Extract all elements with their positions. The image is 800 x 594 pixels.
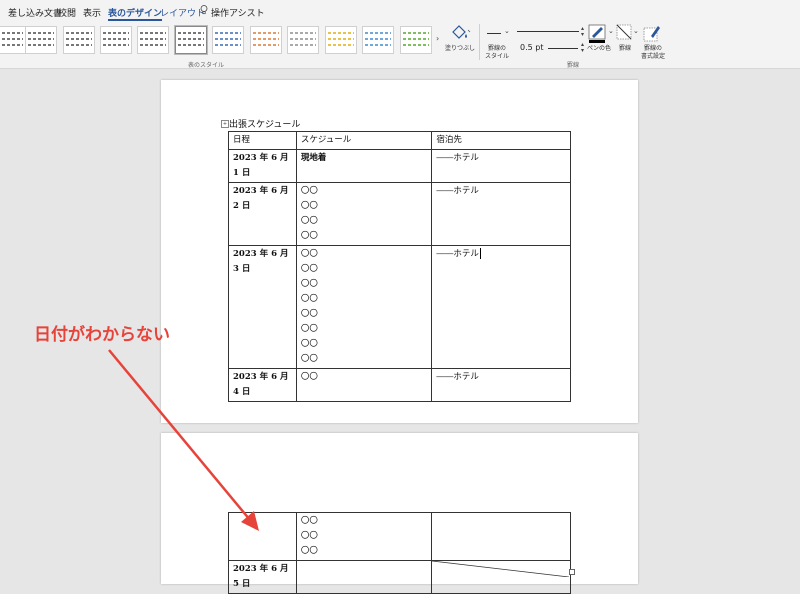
shading-label: 塗りつぶし xyxy=(444,45,476,52)
tab-tell-me[interactable]: 操作アシスト xyxy=(211,6,265,19)
table-resize-handle[interactable] xyxy=(569,569,575,575)
paint-bucket-icon[interactable] xyxy=(448,24,472,44)
header-date[interactable]: 日程 xyxy=(228,131,297,150)
schedule-cell[interactable]: 現地着 xyxy=(295,149,433,183)
table-style-thumb-selected[interactable] xyxy=(175,26,207,54)
ribbon-tabs: 差し込み文書 校閲 表示 表のデザイン レイアウト 操作アシスト xyxy=(0,0,800,22)
table-row: 2023 年 6 月 3 日 〇〇 〇〇 〇〇 〇〇 〇〇 〇〇 〇〇 〇〇 ―… xyxy=(228,245,571,369)
tab-table-design[interactable]: 表のデザイン xyxy=(108,6,163,21)
hotel-cell[interactable]: ――ホテル xyxy=(431,245,571,369)
border-painter-icon[interactable] xyxy=(643,24,661,42)
table-row: 2023 年 6 月 4 日 〇〇 ――ホテル xyxy=(228,368,571,402)
schedule-item: 〇〇 xyxy=(300,339,318,349)
table-styles-group-label: 表のスタイル xyxy=(188,62,225,69)
table-style-thumb[interactable] xyxy=(137,26,169,54)
tab-mailings[interactable]: 差し込み文書 xyxy=(8,6,62,19)
borders-label: 罫線 xyxy=(618,45,631,52)
border-style-preview[interactable] xyxy=(487,33,501,34)
pen-color-label: ペンの色 xyxy=(586,45,611,52)
document-page-2: 〇〇 〇〇 〇〇 2023 年 6 月 5 日 xyxy=(161,433,638,594)
pen-icon[interactable] xyxy=(588,24,608,44)
tab-layout[interactable]: レイアウト xyxy=(160,6,205,19)
schedule-item: 〇〇 xyxy=(300,309,318,319)
tab-review[interactable]: 校閲 xyxy=(58,6,76,19)
table-style-thumb[interactable] xyxy=(100,26,132,54)
schedule-item: 〇〇 xyxy=(300,516,318,526)
hotel-cell-diagonal[interactable] xyxy=(431,560,571,594)
pen-weight-preview xyxy=(548,48,578,49)
date-cell[interactable]: 2023 年 6 月 5 日 xyxy=(228,560,297,594)
table-row: 〇〇 〇〇 〇〇 xyxy=(228,512,571,561)
chevron-down-icon[interactable]: ⌄ xyxy=(504,27,510,35)
schedule-item: 〇〇 xyxy=(300,354,318,364)
schedule-cell[interactable]: 〇〇 〇〇 〇〇 xyxy=(295,512,433,561)
borders-group-label: 罫線 xyxy=(567,62,580,69)
schedule-cell[interactable]: 〇〇 〇〇 〇〇 〇〇 xyxy=(295,182,433,246)
date-cell[interactable]: 2023 年 6 月 2 日 xyxy=(228,182,297,246)
table-style-thumb-orange[interactable] xyxy=(250,26,282,54)
hotel-cell[interactable]: ――ホテル xyxy=(431,149,571,183)
diagonal-border-line xyxy=(432,561,570,577)
schedule-cell[interactable]: 〇〇 〇〇 〇〇 〇〇 〇〇 〇〇 〇〇 〇〇 xyxy=(295,245,433,369)
date-cell-empty[interactable] xyxy=(228,512,297,561)
table-row: 2023 年 6 月 5 日 xyxy=(228,560,571,594)
table-row: 2023 年 6 月 1 日 現地着 ――ホテル xyxy=(228,149,571,183)
borders-icon[interactable] xyxy=(616,24,632,40)
line-style-selector[interactable] xyxy=(517,31,579,32)
document-page-1: + 出張スケジュール 日程 スケジュール 宿泊先 2023 年 6 月 1 日 … xyxy=(161,80,638,423)
annotation-text: 日付がわからない xyxy=(34,325,170,345)
table-style-thumb[interactable] xyxy=(0,26,26,54)
table-style-thumb[interactable] xyxy=(63,26,95,54)
schedule-item: 〇〇 xyxy=(300,531,318,541)
table-style-thumb-lightblue[interactable] xyxy=(362,26,394,54)
header-hotel[interactable]: 宿泊先 xyxy=(431,131,571,150)
date-cell[interactable]: 2023 年 6 月 4 日 xyxy=(228,368,297,402)
chevron-down-icon[interactable]: ⌄ xyxy=(633,27,639,35)
ribbon: 差し込み文書 校閲 表示 表のデザイン レイアウト 操作アシスト › 表のスタイ… xyxy=(0,0,800,69)
schedule-cell[interactable]: 〇〇 xyxy=(295,368,433,402)
tab-view[interactable]: 表示 xyxy=(83,6,101,19)
schedule-item: 〇〇 xyxy=(300,279,318,289)
hotel-text: ――ホテル xyxy=(436,249,479,259)
border-styles-label: 罫線の スタイル xyxy=(484,45,509,60)
schedule-item: 〇〇 xyxy=(300,186,318,196)
schedule-cell[interactable] xyxy=(295,560,433,594)
schedule-item: 〇〇 xyxy=(300,264,318,274)
date-cell[interactable]: 2023 年 6 月 3 日 xyxy=(228,245,297,369)
date-cell[interactable]: 2023 年 6 月 1 日 xyxy=(228,149,297,183)
table-style-thumb-green[interactable] xyxy=(400,26,432,54)
table-header-row: 日程 スケジュール 宿泊先 xyxy=(228,131,571,150)
schedule-item: 〇〇 xyxy=(300,324,318,334)
lightbulb-icon xyxy=(200,5,208,15)
schedule-item: 〇〇 xyxy=(300,294,318,304)
schedule-item: 〇〇 xyxy=(300,249,318,259)
table-style-thumb-yellow[interactable] xyxy=(325,26,357,54)
schedule-table-continued[interactable]: 〇〇 〇〇 〇〇 2023 年 6 月 5 日 xyxy=(228,512,571,594)
stepper-icon[interactable]: ▴ ▾ xyxy=(581,26,584,38)
hotel-cell[interactable] xyxy=(431,512,571,561)
table-move-handle-icon[interactable]: + xyxy=(221,120,229,128)
schedule-table[interactable]: 日程 スケジュール 宿泊先 2023 年 6 月 1 日 現地着 ――ホテル 2… xyxy=(228,131,571,402)
gallery-scroll-arrow-icon[interactable]: › xyxy=(436,34,439,43)
table-style-thumb-blue[interactable] xyxy=(212,26,244,54)
table-row: 2023 年 6 月 2 日 〇〇 〇〇 〇〇 〇〇 ――ホテル xyxy=(228,182,571,246)
border-painter-label: 罫線の 書式設定 xyxy=(640,45,665,60)
header-schedule[interactable]: スケジュール xyxy=(295,131,433,150)
hotel-cell[interactable]: ――ホテル xyxy=(431,182,571,246)
document-title[interactable]: 出張スケジュール xyxy=(229,117,300,130)
table-style-thumb[interactable] xyxy=(25,26,57,54)
schedule-item: 〇〇 xyxy=(300,231,318,241)
table-style-thumb-gray[interactable] xyxy=(287,26,319,54)
hotel-cell[interactable]: ――ホテル xyxy=(431,368,571,402)
schedule-item: 〇〇 xyxy=(300,216,318,226)
schedule-item: 〇〇 xyxy=(300,201,318,211)
schedule-item: 〇〇 xyxy=(300,546,318,556)
pen-weight-value[interactable]: 0.5 pt xyxy=(520,43,543,52)
text-cursor xyxy=(479,248,481,259)
chevron-down-icon[interactable]: ⌄ xyxy=(608,27,614,35)
